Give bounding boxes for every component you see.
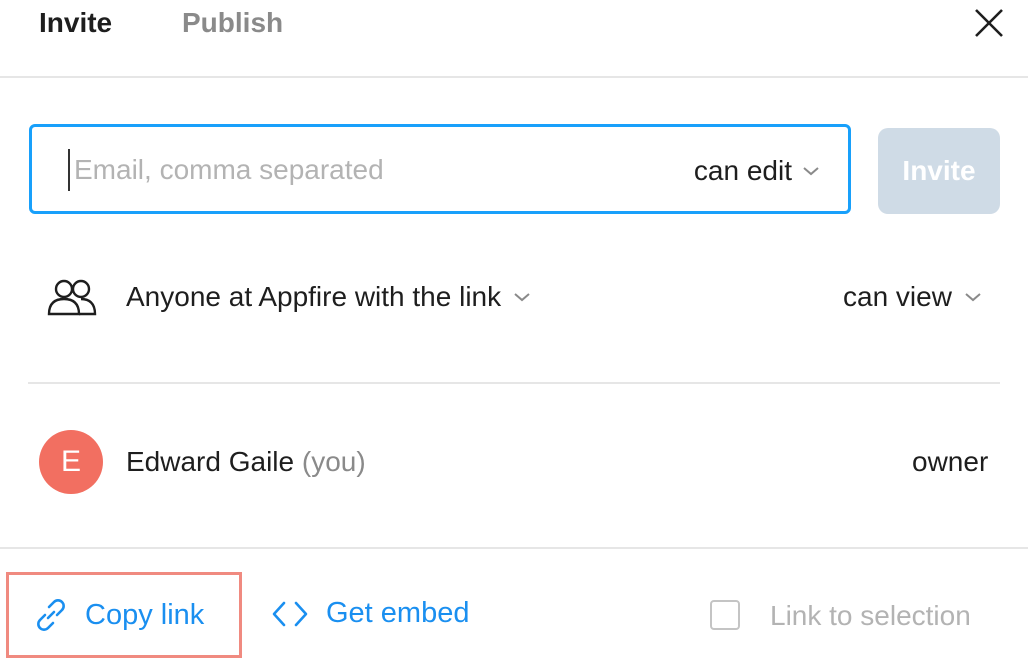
copy-link-button[interactable]: Copy link: [6, 572, 242, 658]
close-icon[interactable]: [972, 6, 1006, 40]
chevron-down-icon: [965, 293, 981, 302]
get-embed-button[interactable]: Get embed: [270, 597, 469, 630]
tab-publish[interactable]: Publish: [182, 6, 283, 40]
email-field[interactable]: [68, 149, 634, 191]
link-icon: [37, 599, 65, 631]
get-embed-label: Get embed: [326, 597, 470, 629]
link-to-selection-checkbox[interactable]: [710, 600, 740, 630]
link-permission-label: can view: [843, 281, 952, 312]
chevron-down-icon: [514, 293, 530, 302]
section-divider: [28, 382, 1000, 384]
member-role: owner: [912, 446, 989, 477]
member-name-text: Edward Gaile: [126, 446, 295, 477]
invite-permission-label: can edit: [693, 155, 792, 186]
chevron-down-icon: [803, 167, 819, 176]
member-you-label: (you): [301, 446, 366, 477]
member-name: Edward Gaile (you): [126, 444, 366, 480]
header-divider: [0, 76, 1028, 78]
link-access-label: Anyone at Appfire with the link: [126, 281, 502, 312]
email-invite-box: can edit: [29, 124, 851, 214]
link-access-dropdown[interactable]: Anyone at Appfire with the link: [126, 279, 531, 315]
people-icon: [47, 279, 97, 316]
invite-permission-dropdown[interactable]: can edit: [694, 153, 820, 189]
footer-divider: [0, 547, 1028, 549]
copy-link-label: Copy link: [85, 598, 205, 631]
tab-invite[interactable]: Invite: [39, 6, 112, 40]
link-to-selection-label[interactable]: Link to selection: [770, 598, 971, 634]
code-icon: [272, 601, 308, 626]
invite-button[interactable]: Invite: [878, 128, 1000, 214]
link-permission-dropdown[interactable]: can view: [843, 279, 982, 315]
avatar: E: [39, 430, 103, 494]
